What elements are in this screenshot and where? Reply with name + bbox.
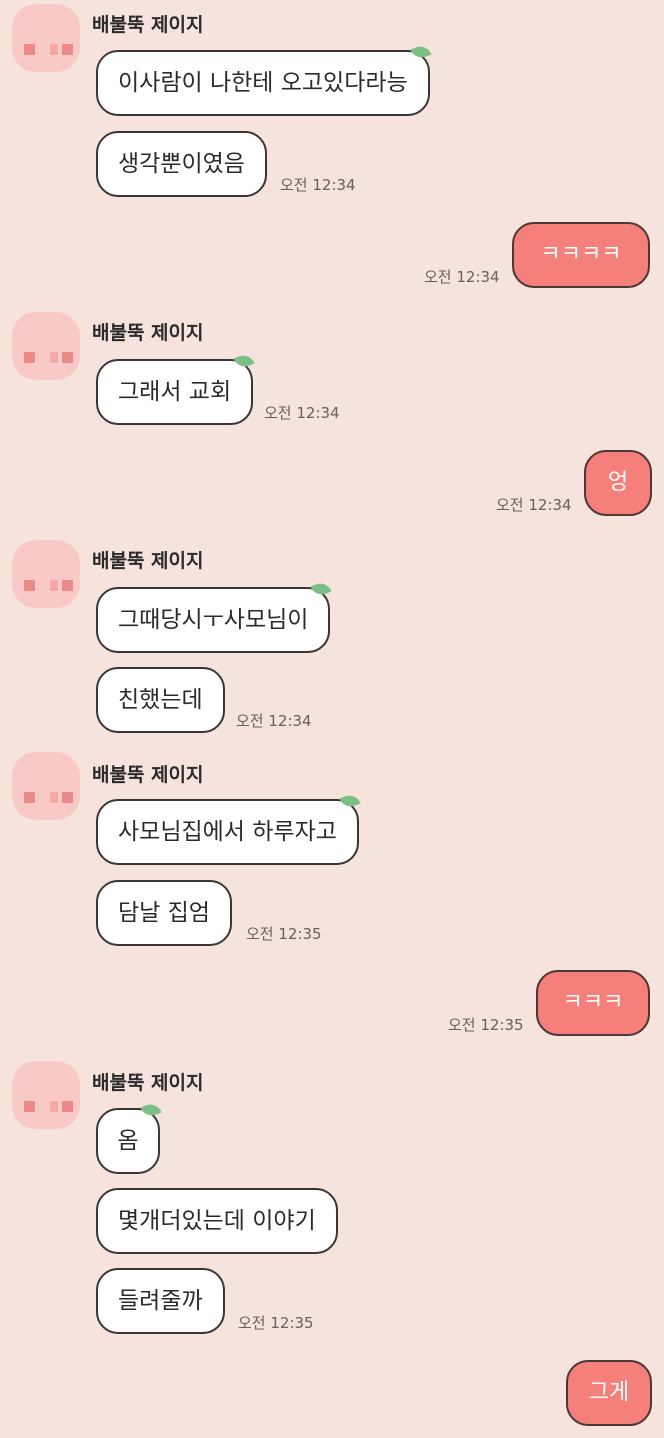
received-message-bubble[interactable]: 사모님집에서 하루자고 — [96, 792, 361, 865]
avatar[interactable] — [12, 752, 80, 820]
received-message-bubble[interactable]: 들려줄까 — [96, 1268, 225, 1334]
message-timestamp: 오전 12:35 — [238, 1314, 314, 1332]
message-timestamp: 오전 12:35 — [246, 925, 322, 943]
received-message-bubble[interactable]: 그래서 교회 — [96, 352, 255, 425]
sent-message-bubble[interactable]: ㅋㅋㅋㅋ — [512, 222, 650, 288]
message-timestamp: 오전 12:34 — [236, 712, 312, 730]
message-text: 옴 — [117, 1128, 139, 1154]
message-text: ㅋㅋㅋ — [562, 990, 624, 1015]
avatar[interactable] — [12, 4, 80, 72]
message-timestamp: 오전 12:35 — [448, 1016, 524, 1034]
received-message-bubble[interactable]: 친했는데 — [96, 667, 225, 733]
message-text: 몇개더있는데 이야기 — [118, 1208, 316, 1234]
leaf-icon — [140, 1101, 162, 1119]
message-timestamp: 오전 12:34 — [496, 496, 572, 514]
message-text: 담날 집엄 — [118, 900, 210, 926]
sender-name: 배불뚝 제이지 — [92, 14, 204, 36]
leaf-icon — [233, 352, 255, 370]
message-timestamp: 오전 12:34 — [424, 268, 500, 286]
sender-name: 배불뚝 제이지 — [92, 764, 204, 786]
received-message-bubble[interactable]: 몇개더있는데 이야기 — [96, 1188, 338, 1254]
received-message-bubble[interactable]: 담날 집엄 — [96, 880, 232, 946]
message-text: 이사람이 나한테 오고있다라능 — [118, 70, 408, 96]
message-text: 엉 — [607, 470, 629, 495]
received-message-bubble[interactable]: 옴 — [96, 1101, 162, 1174]
message-text: 그때당시ㅜ사모님이 — [118, 607, 309, 633]
leaf-icon — [339, 792, 361, 810]
sent-message-bubble[interactable]: 그게 — [566, 1360, 652, 1426]
received-message-bubble[interactable]: 이사람이 나한테 오고있다라능 — [96, 43, 432, 116]
avatar[interactable] — [12, 1061, 80, 1129]
leaf-icon — [310, 580, 332, 598]
received-message-bubble[interactable]: 그때당시ㅜ사모님이 — [96, 580, 332, 653]
message-text: 사모님집에서 하루자고 — [118, 819, 337, 845]
message-text: 친했는데 — [118, 687, 203, 713]
sender-name: 배불뚝 제이지 — [92, 322, 204, 344]
avatar[interactable] — [12, 312, 80, 380]
message-timestamp: 오전 12:34 — [280, 176, 356, 194]
message-text: 들려줄까 — [118, 1288, 203, 1314]
avatar[interactable] — [12, 540, 80, 608]
received-message-bubble[interactable]: 생각뿐이였음 — [96, 131, 267, 197]
message-text: 그게 — [588, 1380, 630, 1405]
sender-name: 배불뚝 제이지 — [92, 550, 204, 572]
message-text: 생각뿐이였음 — [118, 151, 245, 177]
message-text: ㅋㅋㅋㅋ — [540, 242, 622, 267]
sender-name: 배불뚝 제이지 — [92, 1072, 204, 1094]
sent-message-bubble[interactable]: ㅋㅋㅋ — [536, 970, 650, 1036]
sent-message-bubble[interactable]: 엉 — [584, 450, 652, 516]
leaf-icon — [410, 43, 432, 61]
message-timestamp: 오전 12:34 — [264, 404, 340, 422]
message-text: 그래서 교회 — [118, 379, 232, 405]
